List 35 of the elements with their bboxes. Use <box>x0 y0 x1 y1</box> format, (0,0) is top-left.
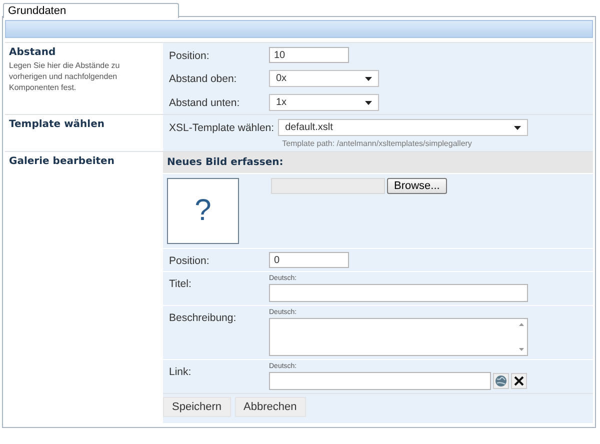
browse-button[interactable]: Browse... <box>387 178 447 194</box>
field-label: Abstand unten: <box>169 96 241 109</box>
scroll-up-icon[interactable] <box>518 323 524 326</box>
form-button[interactable]: Abbrechen <box>234 397 306 417</box>
dropdown[interactable]: 1x <box>269 94 379 111</box>
section-description: Legen Sie hier die Abstände zu vorherigen und nachfolgenden Komponenten fest. <box>9 60 121 93</box>
file-field[interactable] <box>271 178 385 194</box>
field-label: Abstand oben: <box>169 72 238 85</box>
globe-icon[interactable] <box>493 373 509 389</box>
title-field[interactable] <box>269 284 528 302</box>
form-button[interactable]: Speichern <box>163 397 231 417</box>
section-title: Galerie bearbeiten <box>9 156 116 167</box>
link-field[interactable] <box>269 372 491 390</box>
close-icon[interactable] <box>511 373 527 389</box>
field-label: Link: <box>169 365 192 378</box>
caret-icon <box>514 126 522 130</box>
field-label: Beschreibung: <box>169 311 238 324</box>
position-field[interactable]: 10 <box>269 47 349 63</box>
dropdown[interactable]: default.xslt <box>278 119 528 136</box>
subheader: Neues Bild erfassen: <box>163 152 593 173</box>
field-label: Titel: <box>169 277 192 290</box>
caret-icon <box>365 100 372 104</box>
description-field[interactable] <box>269 318 528 356</box>
template-path-hint: Template path: /antelmann/xsltemplates/simplegallery <box>281 139 473 148</box>
caret-icon <box>365 76 372 80</box>
section-title: Abstand <box>9 47 57 58</box>
position-field[interactable]: 0 <box>269 252 349 268</box>
section-title: Template wählen <box>9 119 106 130</box>
question-mark: ? <box>194 194 212 228</box>
dropdown[interactable]: 0x <box>269 70 379 87</box>
field-label: Position: <box>169 254 210 267</box>
scroll-down-icon[interactable] <box>518 348 524 351</box>
field-label: XSL-Template wählen: <box>169 121 276 134</box>
tab[interactable]: Grunddaten <box>3 3 179 18</box>
field-label: Position: <box>169 49 210 62</box>
